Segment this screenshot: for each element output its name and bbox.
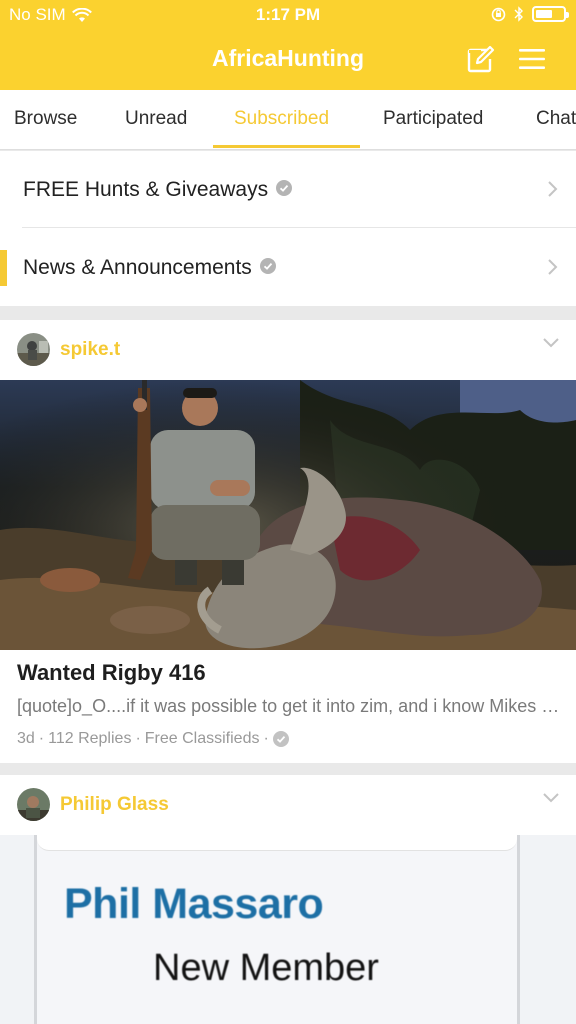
- forum-title: FREE Hunts & Giveaways: [23, 178, 269, 201]
- chevron-right-icon: [548, 181, 558, 197]
- avatar-image: [17, 788, 50, 821]
- tab-chat[interactable]: Chat: [536, 90, 576, 150]
- signature-card: Phil Massaro New Member: [34, 835, 520, 1024]
- username[interactable]: Philip Glass: [60, 775, 169, 835]
- orientation-lock-icon: [491, 7, 506, 21]
- compose-icon[interactable]: [466, 44, 496, 74]
- forum-label: FREE Hunts & Giveaways: [23, 151, 293, 228]
- chevron-right-icon: [548, 259, 558, 275]
- post-card[interactable]: Philip Glass Phil Massaro New Member: [0, 775, 576, 1024]
- post-header: Philip Glass: [0, 775, 576, 835]
- subscribed-forums: FREE Hunts & Giveaways News & Announceme…: [0, 151, 576, 306]
- tab-subscribed[interactable]: Subscribed: [234, 90, 329, 150]
- thread-preview: [quote]o_O....if it was possible to get …: [17, 696, 562, 716]
- battery-icon: [532, 6, 569, 22]
- forum-title: News & Announcements: [23, 256, 252, 279]
- verified-icon: [259, 258, 276, 275]
- top-bar: No SIM 1:17 PM AfricaHunting: [0, 0, 576, 90]
- thread-forum[interactable]: Free Classifieds: [145, 730, 260, 748]
- post-header: spike.t: [0, 320, 576, 380]
- verified-icon: [276, 180, 293, 197]
- separator: ·: [135, 730, 141, 747]
- post-image[interactable]: Phil Massaro New Member: [0, 835, 576, 1024]
- status-bar: No SIM 1:17 PM: [0, 0, 576, 30]
- username[interactable]: spike.t: [60, 320, 120, 380]
- thread-age: 3d: [17, 730, 35, 747]
- battery-fill: [536, 10, 552, 18]
- avatar[interactable]: [17, 333, 50, 366]
- active-tab-indicator: [213, 145, 360, 148]
- menu-icon[interactable]: [517, 44, 547, 74]
- thread-meta: 3d · 112 Replies · Free Classifieds ·: [17, 730, 289, 748]
- bluetooth-icon: [514, 6, 523, 22]
- verified-icon: [272, 731, 289, 747]
- signature-role: New Member: [153, 947, 379, 989]
- separator: ·: [38, 730, 45, 747]
- status-time: 1:17 PM: [255, 5, 321, 24]
- avatar-image: [17, 333, 50, 366]
- post-image[interactable]: [0, 380, 576, 650]
- post-card[interactable]: spike.t Wanted Rigby 416 [quote]o_O....i…: [0, 320, 576, 763]
- chevron-down-icon[interactable]: [542, 337, 560, 349]
- tab-participated[interactable]: Participated: [383, 90, 483, 150]
- thread-title[interactable]: Wanted Rigby 416: [17, 660, 206, 686]
- tab-unread[interactable]: Unread: [125, 90, 187, 150]
- signature-name: Phil Massaro: [64, 880, 324, 928]
- separator: ·: [263, 730, 269, 747]
- signature-card-top: [37, 835, 517, 851]
- forum-label: News & Announcements: [23, 229, 276, 306]
- unread-indicator: [0, 250, 7, 286]
- status-right: [491, 6, 569, 22]
- forum-row-free-hunts[interactable]: FREE Hunts & Giveaways: [0, 151, 576, 228]
- chevron-down-icon[interactable]: [542, 792, 560, 804]
- tab-browse[interactable]: Browse: [14, 90, 77, 150]
- tab-bar: Browse Unread Subscribed Participated Ch…: [0, 90, 576, 150]
- thread-replies: 112 Replies: [48, 730, 132, 747]
- app-screen: No SIM 1:17 PM AfricaHunting Browse Unre…: [0, 0, 576, 1024]
- hunting-photo: [0, 380, 576, 650]
- divider: [22, 227, 576, 228]
- forum-row-news[interactable]: News & Announcements: [0, 229, 576, 306]
- avatar[interactable]: [17, 788, 50, 821]
